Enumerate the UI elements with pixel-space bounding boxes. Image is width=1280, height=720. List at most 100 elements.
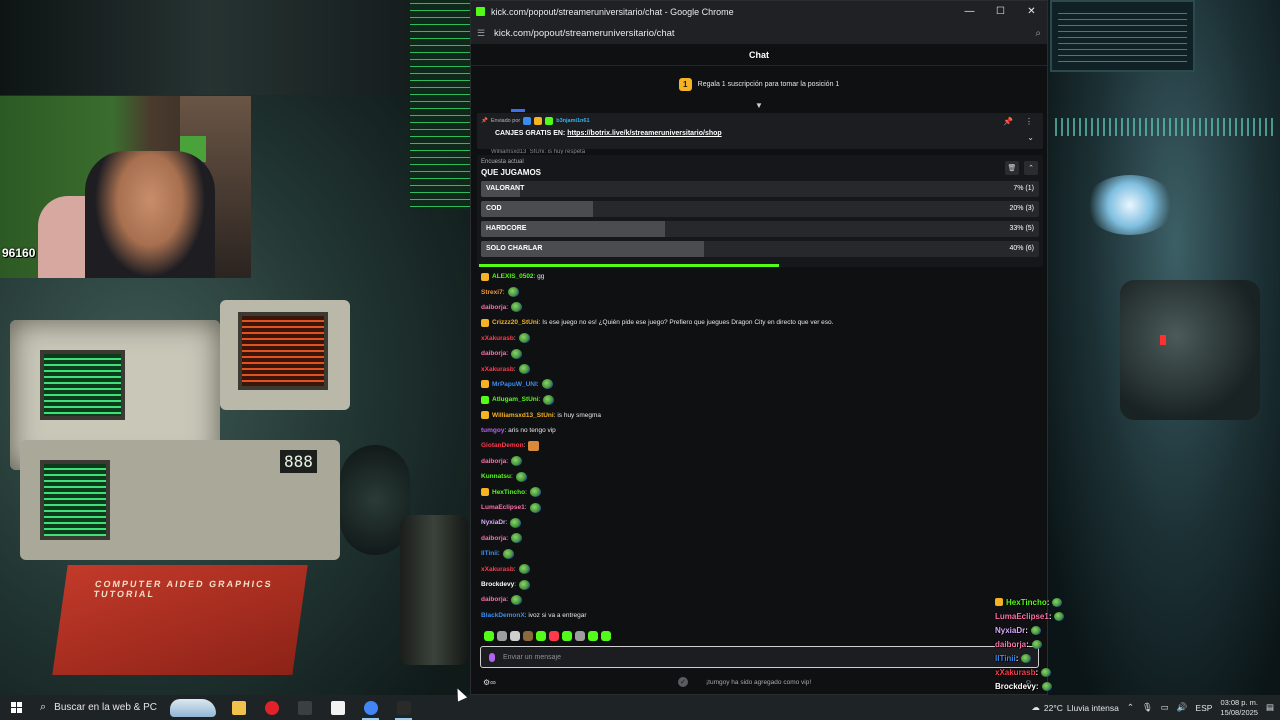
address-bar[interactable]: ☰ kick.com/popout/streameruniversitario/… bbox=[471, 22, 1047, 44]
chat-messages: ALEXIS_0502: gg Strexi7: daiborja: Crizzz20… bbox=[481, 269, 1041, 623]
quick-emote-icon[interactable] bbox=[588, 631, 598, 641]
window-titlebar[interactable]: kick.com/popout/streameruniversitario/ch… bbox=[471, 1, 1047, 22]
quick-emote-icon[interactable] bbox=[536, 631, 546, 641]
message-input[interactable] bbox=[503, 653, 1003, 661]
chat-username[interactable]: GiotanDemon bbox=[481, 442, 524, 449]
wallpaper-device bbox=[1120, 280, 1260, 420]
webcam-streamer bbox=[85, 151, 215, 278]
taskbar-app-multitasking[interactable] bbox=[288, 695, 321, 720]
pinned-link[interactable]: https://botrix.live/k/streameruniversita… bbox=[567, 130, 721, 137]
chat-username[interactable]: BlackDemonX bbox=[481, 612, 525, 619]
chat-username[interactable]: Kunnatsu bbox=[481, 473, 511, 480]
expand-arrow-icon[interactable]: ▼ bbox=[755, 101, 763, 110]
quick-emote-icon[interactable] bbox=[601, 631, 611, 641]
chat-username[interactable]: MrPapuW_UNI bbox=[492, 381, 537, 388]
chat-message: xXakurasb: bbox=[481, 331, 1041, 346]
chat-username[interactable]: tumgoy bbox=[481, 427, 504, 434]
mic-icon[interactable] bbox=[489, 652, 495, 662]
weather-widget[interactable]: ☁ 22°C Lluvia intensa bbox=[1031, 702, 1118, 713]
minimize-button[interactable]: — bbox=[954, 1, 985, 22]
chat-username[interactable]: daiborja bbox=[481, 304, 506, 311]
taskbar-search[interactable]: ⌕ Buscar en la web & PC bbox=[32, 695, 222, 720]
url-text[interactable]: kick.com/popout/streameruniversitario/ch… bbox=[494, 28, 1035, 39]
start-button[interactable] bbox=[0, 695, 32, 720]
chat-username[interactable]: Atlugam_StUni bbox=[492, 396, 539, 403]
taskbar-app-chrome[interactable] bbox=[354, 695, 387, 720]
chat-username[interactable]: daiborja bbox=[481, 535, 506, 542]
chat-username[interactable]: xXakurasb bbox=[481, 366, 514, 373]
chat-username[interactable]: xXakurasb bbox=[481, 335, 514, 342]
chat-username[interactable]: HexTincho bbox=[492, 489, 525, 496]
quick-emote-icon[interactable] bbox=[484, 631, 494, 641]
chat-username[interactable]: IlTinii bbox=[481, 550, 498, 557]
close-button[interactable]: ✕ bbox=[1016, 1, 1047, 22]
taskbar-app-file-explorer[interactable] bbox=[222, 695, 255, 720]
poll-options: VALORANT 7% (1) COD 20% (3) HARDCORE 33%… bbox=[481, 181, 1039, 257]
weather-temp: 22°C bbox=[1043, 702, 1063, 713]
gift-leaderboard-banner[interactable]: 1 Regala 1 suscripción para tomar la pos… bbox=[471, 66, 1047, 102]
taskbar-app-obs[interactable] bbox=[387, 695, 420, 720]
speaker-icon[interactable]: 🔊 bbox=[1177, 702, 1188, 713]
message-input-box[interactable] bbox=[480, 646, 1039, 668]
chat-text: : bbox=[536, 380, 539, 388]
chevron-up-icon[interactable]: ⌃ bbox=[1024, 161, 1038, 175]
chat-username[interactable]: daiborja bbox=[481, 458, 506, 465]
chat-username[interactable]: Brockdevy bbox=[481, 581, 514, 588]
chat-username[interactable]: daiborja bbox=[481, 596, 506, 603]
zoom-icon[interactable]: ⌕ bbox=[1035, 28, 1041, 39]
maximize-button[interactable]: ☐ bbox=[985, 1, 1016, 22]
window-title: kick.com/popout/streameruniversitario/ch… bbox=[491, 6, 734, 17]
chat-username[interactable]: xXakurasb bbox=[481, 566, 514, 573]
pepe-emote-icon bbox=[529, 502, 541, 513]
pin-icon[interactable]: 📌 bbox=[1003, 117, 1013, 126]
quick-emote-icon[interactable] bbox=[510, 631, 520, 641]
clock[interactable]: 03:08 p. m. 15/08/2025 bbox=[1220, 698, 1258, 718]
chat-text: : gg bbox=[533, 273, 545, 281]
overlay-message: HexTincho : bbox=[995, 595, 1145, 609]
chat-username[interactable]: NyxiaDr bbox=[481, 519, 506, 526]
wallpaper-terminal-monitor bbox=[1050, 0, 1195, 72]
quick-emote-icon[interactable] bbox=[497, 631, 507, 641]
taskbar-apps bbox=[222, 695, 420, 720]
network-icon[interactable]: ▭ bbox=[1161, 702, 1169, 713]
wallpaper-orange-monitor bbox=[220, 300, 350, 410]
notifications-icon[interactable]: ▤ bbox=[1266, 702, 1274, 713]
chat-text: : bbox=[513, 565, 516, 573]
site-info-icon[interactable]: ☰ bbox=[477, 28, 487, 39]
chat-username[interactable]: ALEXIS_0502 bbox=[492, 273, 534, 280]
chat-username[interactable]: LumaEclipse1 bbox=[481, 504, 525, 511]
chat-message: Kunnatsu: bbox=[481, 469, 1041, 484]
pinned-username[interactable]: b3njami1n61 bbox=[556, 118, 589, 124]
chat-text: : bbox=[506, 350, 509, 358]
trash-icon[interactable]: 🗑 bbox=[1005, 161, 1019, 175]
taskbar-app-notepad[interactable] bbox=[321, 695, 354, 720]
chat-username[interactable]: Strexi7 bbox=[481, 289, 503, 296]
chevron-up-icon[interactable]: ⌃ bbox=[1127, 702, 1134, 713]
pinned-message[interactable]: 📌 Enviado por b3njami1n61 CANJES GRATIS … bbox=[477, 113, 1043, 149]
pepe-emote-icon bbox=[1054, 611, 1065, 621]
user-badge-icon bbox=[481, 488, 489, 497]
poll-option[interactable]: SOLO CHARLAR 40% (6) bbox=[481, 241, 1039, 257]
poll-option[interactable]: HARDCORE 33% (5) bbox=[481, 221, 1039, 237]
taskbar-app-opera[interactable] bbox=[255, 695, 288, 720]
mic-tray-icon[interactable]: 🎙 bbox=[1142, 702, 1153, 713]
gift-text: Regala 1 suscripción para tomar la posic… bbox=[697, 80, 840, 88]
poll-option[interactable]: COD 20% (3) bbox=[481, 201, 1039, 217]
overlay-username: Brockdevy bbox=[995, 681, 1036, 691]
chat-username[interactable]: daiborja bbox=[481, 350, 506, 357]
quick-emote-icon[interactable] bbox=[575, 631, 585, 641]
poll-option[interactable]: VALORANT 7% (1) bbox=[481, 181, 1039, 197]
language-indicator[interactable]: ESP bbox=[1195, 703, 1212, 713]
quick-emote-icon[interactable] bbox=[562, 631, 572, 641]
chat-username[interactable]: Crizzz20_StUni bbox=[492, 319, 539, 326]
chat-tools-icon[interactable]: ⚙∞ bbox=[483, 678, 496, 687]
wallpaper-lamp bbox=[1085, 175, 1175, 235]
quick-emote-icon[interactable] bbox=[549, 631, 559, 641]
chevron-down-icon[interactable]: ⌄ bbox=[1027, 133, 1034, 142]
pepe-emote-icon bbox=[1021, 653, 1032, 663]
quick-emote-icon[interactable] bbox=[523, 631, 533, 641]
chat-username[interactable]: Williamsxd13_StUni bbox=[492, 412, 554, 419]
overlay-text: : bbox=[1046, 597, 1050, 607]
vip-badge-icon bbox=[545, 117, 554, 125]
more-options-icon[interactable]: ⋮ bbox=[1025, 117, 1033, 126]
